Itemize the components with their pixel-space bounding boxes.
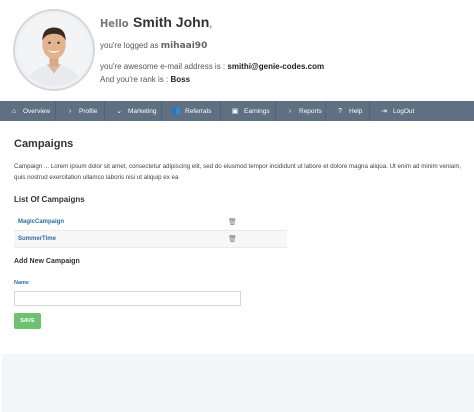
rank-value: Boss xyxy=(170,75,191,84)
chevron-right-icon: › xyxy=(288,107,292,115)
nav-item-overview[interactable]: ⌂ Overview xyxy=(0,101,56,121)
logout-icon: ⇥ xyxy=(381,108,387,115)
nav-item-marketing[interactable]: ⌄ Marketing xyxy=(105,101,162,121)
profile-header: Hello Smith John, you're logged as mihaa… xyxy=(0,0,474,101)
add-campaign-title: Add New Campaign xyxy=(14,258,80,265)
page-title: Campaigns xyxy=(14,138,74,150)
nav-label: Help xyxy=(349,107,363,115)
trash-icon[interactable]: 🗑 xyxy=(228,235,237,243)
logged-as-line: you're logged as mihaai90 xyxy=(100,39,470,53)
nav-label: LogOut xyxy=(393,107,415,115)
chevron-down-icon: ⌄ xyxy=(116,108,122,115)
nav-label: Overview xyxy=(23,107,51,115)
users-icon: 👥 xyxy=(171,108,181,115)
rank-label: And you're rank is : xyxy=(100,75,169,84)
login-name: mihaai90 xyxy=(160,41,208,51)
help-icon: ? xyxy=(338,107,342,115)
table-row: MagicCampaign 🗑 xyxy=(14,214,287,231)
person-portrait-icon xyxy=(18,14,90,86)
avatar xyxy=(13,9,95,91)
campaign-list-title: List Of Campaigns xyxy=(14,195,85,204)
nav-label: Earnings xyxy=(244,107,270,115)
nav-label: Profile xyxy=(79,107,98,115)
footer xyxy=(2,354,474,412)
trash-icon[interactable]: 🗑 xyxy=(228,218,237,226)
save-button[interactable]: SAVE xyxy=(14,313,41,329)
nav-label: Marketing xyxy=(128,107,157,115)
main-nav: ⌂ Overview › Profile ⌄ Marketing 👥 Refer… xyxy=(0,101,474,121)
user-info: Hello Smith John, you're logged as mihaa… xyxy=(100,12,470,86)
nav-item-referrals[interactable]: 👥 Referrals xyxy=(162,101,221,121)
nav-item-help[interactable]: ? Help xyxy=(326,101,370,121)
campaign-table: MagicCampaign 🗑 SummerTime 🗑 xyxy=(14,214,287,248)
greeting: Hello Smith John, xyxy=(100,12,470,32)
page-description: Campaign ... Lorem ipsum dolor sit amet,… xyxy=(14,163,462,181)
email-value: smithi@genie-codes.com xyxy=(227,62,325,71)
table-row: SummerTime 🗑 xyxy=(14,231,287,248)
avatar-photo xyxy=(18,14,90,86)
email-label: you're awesome e-mail address is : xyxy=(100,62,226,71)
rank-line: And you're rank is : Boss xyxy=(100,74,470,86)
user-name: Smith John xyxy=(133,14,210,30)
campaign-link[interactable]: MagicCampaign xyxy=(18,219,228,225)
hello-text: Hello xyxy=(100,17,129,30)
money-icon: ▣ xyxy=(231,108,239,115)
chevron-right-icon: › xyxy=(68,107,72,115)
home-icon: ⌂ xyxy=(11,107,17,115)
campaign-name-input[interactable] xyxy=(14,291,241,306)
nav-label: Referrals xyxy=(185,107,212,115)
name-label: Name xyxy=(14,280,29,286)
campaign-link[interactable]: SummerTime xyxy=(18,236,228,242)
nav-item-reports[interactable]: › Reports xyxy=(276,101,326,121)
nav-item-logout[interactable]: ⇥ LogOut xyxy=(370,101,474,121)
nav-item-earnings[interactable]: ▣ Earnings xyxy=(221,101,276,121)
greeting-comma: , xyxy=(209,18,213,30)
nav-label: Reports xyxy=(299,107,322,115)
logged-as-label: you're logged as xyxy=(100,41,159,50)
nav-item-profile[interactable]: › Profile xyxy=(56,101,105,121)
email-line: you're awesome e-mail address is : smith… xyxy=(100,61,470,73)
